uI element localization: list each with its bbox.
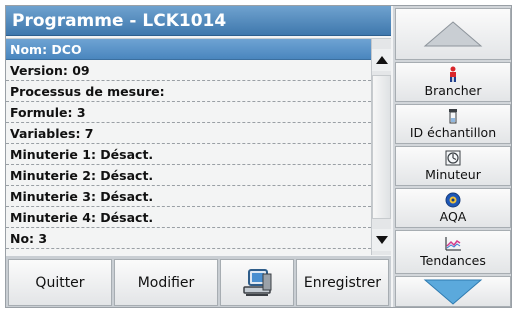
quitter-button[interactable]: Quitter xyxy=(8,259,112,306)
scroll-thumb[interactable] xyxy=(372,75,391,219)
page-down-button[interactable] xyxy=(395,276,511,307)
scroll-up-button[interactable] xyxy=(372,49,391,71)
list-item[interactable]: Minuterie 4: Désact. xyxy=(6,207,371,228)
list-item[interactable]: Version: 09 xyxy=(6,60,371,81)
tendances-button[interactable]: Tendances xyxy=(395,230,511,274)
timer-icon xyxy=(445,150,461,166)
list-item[interactable]: Minuterie 2: Désact. xyxy=(6,165,371,186)
right-sidebar: Brancher ID échantillon Minuteur AQA Ten… xyxy=(393,6,511,307)
trend-chart-icon xyxy=(445,237,461,251)
triangle-up-icon xyxy=(375,56,388,64)
aqa-button[interactable]: AQA xyxy=(395,188,511,228)
scroll-down-button[interactable] xyxy=(372,229,391,251)
page-up-button[interactable] xyxy=(395,8,511,60)
minuteur-button[interactable]: Minuteur xyxy=(395,146,511,186)
screen: Programme - LCK1014 Nom: DCO Version: 09… xyxy=(5,5,512,308)
enregistrer-label: Enregistrer xyxy=(303,274,382,291)
computer-icon xyxy=(243,268,272,296)
brancher-label: Brancher xyxy=(424,83,482,98)
list-item[interactable]: Formule: 3 xyxy=(6,102,371,123)
list-item[interactable]: Minuterie 1: Désact. xyxy=(6,144,371,165)
bottom-toolbar: Quitter Modifier Enregistrer xyxy=(6,256,391,307)
quitter-label: Quitter xyxy=(35,274,85,291)
triangle-down-icon xyxy=(375,236,388,244)
id-echantillon-button[interactable]: ID échantillon xyxy=(395,104,511,144)
program-details-list: Nom: DCO Version: 09 Processus de mesure… xyxy=(6,38,391,255)
enregistrer-button[interactable]: Enregistrer xyxy=(296,259,389,306)
id-echantillon-label: ID échantillon xyxy=(409,125,497,140)
list-scrollbar[interactable] xyxy=(371,39,391,255)
triangle-up-icon xyxy=(423,21,483,47)
triangle-down-icon xyxy=(423,279,483,305)
aqa-label: AQA xyxy=(439,209,467,224)
list-item[interactable]: No: 3 xyxy=(6,228,371,249)
brancher-button[interactable]: Brancher xyxy=(395,62,511,102)
list-item[interactable]: Minuterie 3: Désact. xyxy=(6,186,371,207)
list-item[interactable]: Processus de mesure: xyxy=(6,81,371,102)
modifier-label: Modifier xyxy=(137,274,195,291)
sample-vial-icon xyxy=(449,109,457,124)
modifier-button[interactable]: Modifier xyxy=(114,259,218,306)
computer-button[interactable] xyxy=(220,259,294,306)
minuteur-label: Minuteur xyxy=(425,167,481,182)
aqa-icon xyxy=(445,192,461,208)
person-icon xyxy=(450,66,456,82)
page-title: Programme - LCK1014 xyxy=(6,6,391,36)
list-item[interactable]: Variables: 7 xyxy=(6,123,371,144)
list-item[interactable]: Nom: DCO xyxy=(6,39,371,60)
tendances-label: Tendances xyxy=(420,253,486,268)
